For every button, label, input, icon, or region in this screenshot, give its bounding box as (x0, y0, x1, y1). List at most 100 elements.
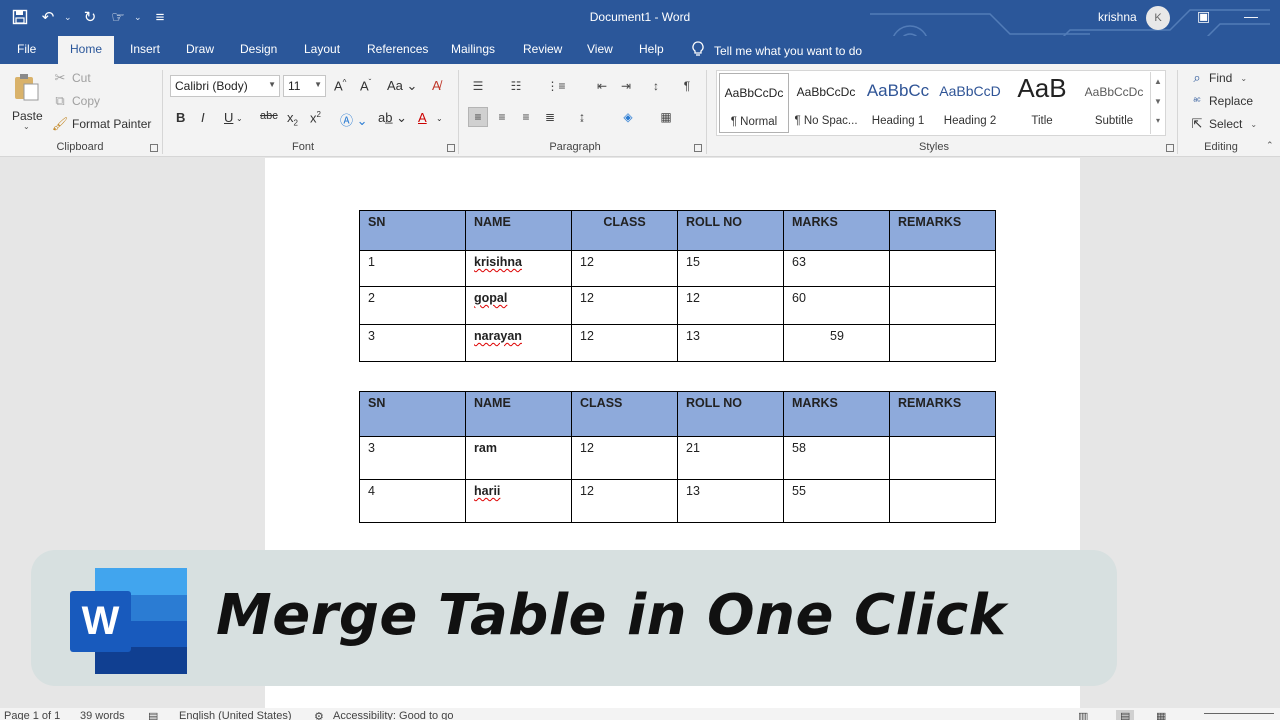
header-cell[interactable]: NAME (465, 210, 572, 251)
table-cell[interactable] (889, 250, 996, 287)
clear-formatting-icon[interactable]: A̸ (432, 78, 441, 93)
user-name[interactable]: krishna (1098, 10, 1137, 24)
shrink-font-icon[interactable]: Aˇ (360, 78, 371, 93)
justify-icon[interactable]: ≣ (540, 107, 560, 127)
paragraph-launcher-icon[interactable] (694, 144, 702, 152)
chevron-down-icon[interactable]: ▼ (1151, 92, 1165, 112)
table-cell[interactable]: 3 (359, 324, 466, 362)
show-formatting-icon[interactable]: ¶ (677, 76, 697, 96)
zoom-slider[interactable] (1204, 713, 1274, 714)
paste-button[interactable]: Paste (12, 72, 43, 123)
format-painter-button[interactable]: 🖌 Format Painter (52, 116, 152, 132)
table-cell[interactable]: 55 (783, 479, 890, 523)
ribbon-display-icon[interactable]: ▣ (1197, 8, 1210, 25)
borders-icon[interactable]: ▦ (656, 107, 676, 127)
read-mode-icon[interactable]: ▥ (1078, 710, 1088, 720)
table-cell[interactable]: 3 (359, 436, 466, 480)
tab-help[interactable]: Help (639, 42, 664, 56)
tab-view[interactable]: View (587, 42, 613, 56)
font-launcher-icon[interactable] (447, 144, 455, 152)
replace-button[interactable]: ᵃᶜ Replace (1189, 93, 1253, 109)
table-cell[interactable]: 12 (571, 286, 678, 325)
table-cell[interactable]: gopal (465, 286, 572, 325)
style-subtitle[interactable]: AaBbCcDc Subtitle (1079, 73, 1149, 133)
web-layout-icon[interactable]: ▦ (1156, 710, 1166, 720)
table-cell[interactable]: 12 (571, 324, 678, 362)
styles-launcher-icon[interactable] (1166, 144, 1174, 152)
bullets-icon[interactable]: ☰ (468, 76, 488, 96)
tell-me-search[interactable]: Tell me what you want to do (692, 41, 862, 60)
strikethrough-icon[interactable]: abc (260, 110, 278, 122)
styles-gallery-scroller[interactable]: ▲ ▼ ▾ (1150, 72, 1165, 134)
numbering-icon[interactable]: ☷ (506, 76, 526, 96)
header-cell[interactable]: NAME (465, 391, 572, 437)
table-cell[interactable]: 15 (677, 250, 784, 287)
cut-button[interactable]: ✂ Cut (52, 70, 91, 86)
collapse-ribbon-icon[interactable]: ⌃ (1266, 140, 1274, 151)
italic-icon[interactable]: I (201, 110, 205, 125)
align-left-icon[interactable]: ≡ (468, 107, 488, 127)
style-heading-2[interactable]: AaBbCcD Heading 2 (935, 73, 1005, 133)
table-cell[interactable] (889, 436, 996, 480)
align-center-icon[interactable]: ≡ (492, 107, 512, 127)
tab-layout[interactable]: Layout (304, 42, 340, 56)
header-cell[interactable]: REMARKS (889, 210, 996, 251)
header-cell[interactable]: MARKS (783, 210, 890, 251)
table-cell[interactable]: 13 (677, 479, 784, 523)
table-cell[interactable] (889, 286, 996, 325)
increase-indent-icon[interactable]: ⇥ (616, 76, 636, 96)
shading-icon[interactable]: ◈ (618, 107, 638, 127)
table-cell[interactable]: 4 (359, 479, 466, 523)
header-cell[interactable]: REMARKS (889, 391, 996, 437)
tab-insert[interactable]: Insert (130, 42, 160, 56)
tab-file[interactable]: File (17, 42, 36, 56)
font-color-icon[interactable]: A (418, 110, 427, 125)
avatar[interactable]: K (1146, 6, 1170, 30)
page-count[interactable]: Page 1 of 1 (4, 710, 60, 720)
table-cell[interactable]: 58 (783, 436, 890, 480)
bold-icon[interactable]: B (176, 110, 185, 125)
header-cell[interactable]: CLASS (571, 210, 678, 251)
style-normal[interactable]: AaBbCcDc ¶ Normal (719, 73, 789, 133)
table-cell[interactable]: harii (465, 479, 572, 523)
accessibility-status[interactable]: Accessibility: Good to go (333, 710, 453, 720)
table-cell[interactable]: 12 (571, 436, 678, 480)
font-size-select[interactable]: 11 ▼ (283, 75, 326, 97)
language[interactable]: English (United States) (179, 710, 292, 720)
find-button[interactable]: ⌕ Find ⌄ (1189, 70, 1247, 86)
underline-dropdown-icon[interactable]: ⌄ (236, 114, 243, 123)
table-cell[interactable] (889, 324, 996, 362)
table-cell[interactable]: 63 (783, 250, 890, 287)
table-cell[interactable]: 2 (359, 286, 466, 325)
header-cell[interactable]: SN (359, 391, 466, 437)
paste-dropdown-icon[interactable]: ⌄ (23, 122, 30, 131)
table-cell[interactable]: 13 (677, 324, 784, 362)
minimize-icon[interactable]: — (1244, 8, 1258, 24)
tab-review[interactable]: Review (523, 42, 562, 56)
table-cell[interactable]: krisihna (465, 250, 572, 287)
table-cell[interactable]: 60 (783, 286, 890, 325)
tab-design[interactable]: Design (240, 42, 277, 56)
tab-draw[interactable]: Draw (186, 42, 214, 56)
table-cell[interactable]: 59 (783, 324, 890, 362)
multilevel-list-icon[interactable]: ⋮≡ (546, 76, 566, 96)
table-cell[interactable]: 12 (677, 286, 784, 325)
style-heading-1[interactable]: AaBbCc Heading 1 (863, 73, 933, 133)
more-styles-icon[interactable]: ▾ (1151, 112, 1165, 130)
table-cell[interactable]: ram (465, 436, 572, 480)
header-cell[interactable]: CLASS (571, 391, 678, 437)
style-no-spacing[interactable]: AaBbCcDc ¶ No Spac... (791, 73, 861, 133)
table-second[interactable]: SN NAME CLASS ROLL NO MARKS REMARKS 3 ra… (359, 391, 996, 523)
superscript-icon[interactable]: x2 (310, 110, 321, 125)
header-cell[interactable]: MARKS (783, 391, 890, 437)
tab-references[interactable]: References (367, 42, 428, 56)
table-cell[interactable]: 21 (677, 436, 784, 480)
grow-font-icon[interactable]: A^ (334, 78, 346, 93)
table-cell[interactable] (889, 479, 996, 523)
tab-mailings[interactable]: Mailings (451, 42, 495, 56)
font-name-select[interactable]: Calibri (Body) ▼ (170, 75, 280, 97)
change-case-icon[interactable]: Aa ⌄ (387, 78, 417, 94)
style-title[interactable]: AaB Title (1007, 73, 1077, 133)
select-button[interactable]: ⇱ Select ⌄ (1189, 116, 1258, 132)
underline-icon[interactable]: U (224, 110, 233, 125)
